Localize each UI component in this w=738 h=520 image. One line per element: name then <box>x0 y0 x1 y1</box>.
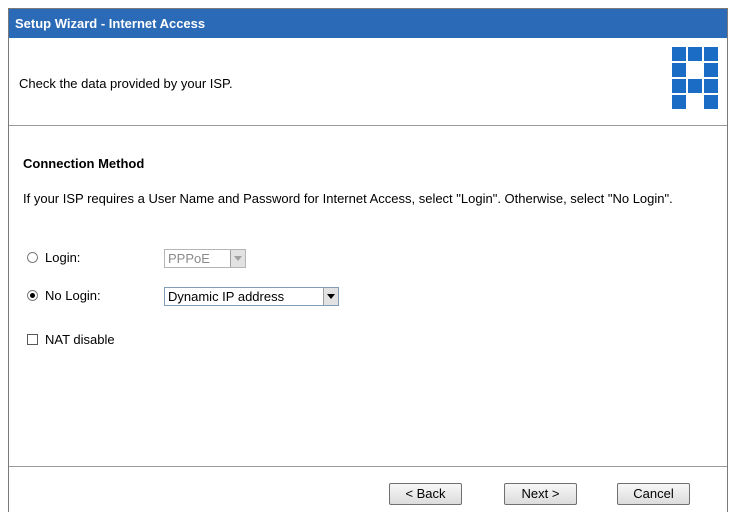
no-login-radio[interactable] <box>27 290 38 301</box>
connection-method-heading: Connection Method <box>23 156 145 171</box>
chevron-down-icon <box>323 288 338 305</box>
login-radio[interactable] <box>27 252 38 263</box>
header-instruction: Check the data provided by your ISP. <box>19 76 233 91</box>
wizard-footer: < Back Next > Cancel <box>9 466 727 513</box>
nat-disable-checkbox[interactable] <box>27 334 38 345</box>
next-button[interactable]: Next > <box>504 483 577 505</box>
login-type-select[interactable]: PPPoE <box>164 249 246 268</box>
login-type-value: PPPoE <box>168 251 210 266</box>
wizard-header: Check the data provided by your ISP. <box>9 38 727 126</box>
no-login-type-select[interactable]: Dynamic IP address <box>164 287 339 306</box>
back-button[interactable]: < Back <box>389 483 462 505</box>
setup-wizard-dialog: Setup Wizard - Internet Access Check the… <box>8 8 728 513</box>
nat-disable-label: NAT disable <box>45 332 115 347</box>
chevron-down-icon <box>230 250 245 267</box>
wizard-content: Connection Method If your ISP requires a… <box>9 126 727 466</box>
no-login-type-value: Dynamic IP address <box>168 289 285 304</box>
connection-method-description: If your ISP requires a User Name and Pas… <box>23 191 673 206</box>
cancel-button[interactable]: Cancel <box>617 483 690 505</box>
window-title: Setup Wizard - Internet Access <box>9 9 727 38</box>
levelone-logo-icon <box>672 47 718 109</box>
login-label: Login: <box>45 250 81 265</box>
no-login-label: No Login: <box>45 288 101 303</box>
